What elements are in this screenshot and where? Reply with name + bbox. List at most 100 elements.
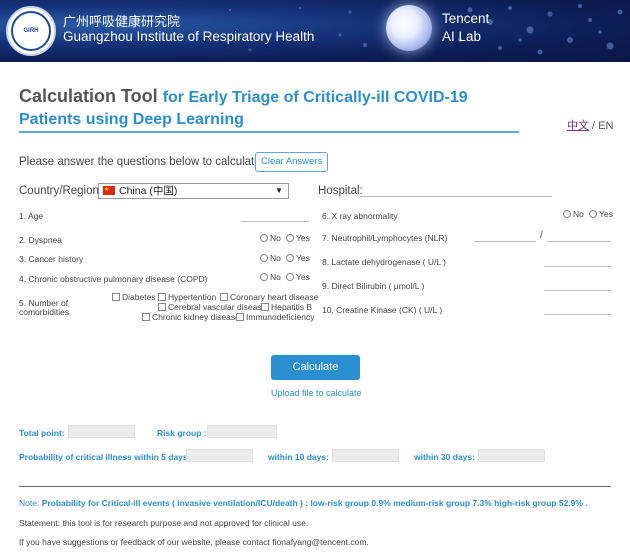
cancer-yes-option[interactable]: Yes xyxy=(286,253,310,263)
cvd-label: Cerebral vascular disease xyxy=(168,302,267,312)
ck-input[interactable] xyxy=(544,314,611,315)
hospital-input[interactable] xyxy=(360,196,552,197)
copd-no-radio[interactable] xyxy=(260,273,268,281)
comorb-immuno[interactable]: Immunodeficiency xyxy=(236,312,315,322)
ckd-checkbox[interactable] xyxy=(142,313,150,321)
china-flag-icon xyxy=(103,183,115,197)
comorb-cvd[interactable]: Cerebral vascular disease xyxy=(158,302,266,312)
comorb-hepb[interactable]: Hepatitis B xyxy=(261,302,312,312)
upload-file-link[interactable]: Upload file to calculate xyxy=(271,388,362,398)
copd-yes-option[interactable]: Yes xyxy=(286,272,310,282)
chd-checkbox[interactable] xyxy=(220,293,228,301)
country-label: Country/Region: xyxy=(19,185,103,197)
footer-divider xyxy=(19,486,611,487)
girh-logo-text: GIRH xyxy=(11,11,51,51)
dyspnea-no-option[interactable]: No xyxy=(260,233,281,243)
lymphocyte-input[interactable] xyxy=(547,241,611,242)
note-prefix: Note: xyxy=(19,498,42,508)
institute-name-en: Guangzhou Institute of Respiratory Healt… xyxy=(63,29,315,44)
header-banner: GIRH 广州呼吸健康研究院 Guangzhou Institute of Re… xyxy=(0,0,630,62)
lang-zh-link[interactable]: 中文 xyxy=(567,120,589,132)
lang-separator: / xyxy=(589,120,599,132)
contact-text: If you have suggestions or feedback of o… xyxy=(19,537,369,547)
ai-lab-label: AI Lab xyxy=(442,29,482,44)
hepb-checkbox[interactable] xyxy=(261,303,269,311)
prob-30days-output xyxy=(478,449,545,462)
comorb-diabetes[interactable]: Diabetes xyxy=(112,292,156,302)
immuno-checkbox[interactable] xyxy=(236,313,244,321)
comorb-ckd[interactable]: Chronic kidney disease xyxy=(142,312,240,322)
cvd-checkbox[interactable] xyxy=(158,303,166,311)
diabetes-checkbox[interactable] xyxy=(112,293,120,301)
comorb-chd[interactable]: Coronary heart disease xyxy=(220,292,318,302)
xray-no-option[interactable]: No xyxy=(563,209,584,219)
risk-group-label: Risk group : xyxy=(157,428,207,438)
question-copd: 4. Chronic obstructive pulmonary disease… xyxy=(19,274,208,284)
copd-no-option[interactable]: No xyxy=(260,272,281,282)
page-title: Calculation Tool for Early Triage of Cri… xyxy=(19,86,519,129)
cancer-no-radio[interactable] xyxy=(260,254,268,262)
question-dyspnea: 2. Dyspnea xyxy=(19,235,62,245)
calculate-button[interactable]: Calculate xyxy=(271,355,360,380)
prob-10days-output xyxy=(332,449,399,462)
bilirubin-input[interactable] xyxy=(544,290,611,291)
dyspnea-yes-radio[interactable] xyxy=(286,234,294,242)
clear-answers-button[interactable]: Clear Answers xyxy=(255,152,329,172)
prob-5days-label: Probability of critical illness within 5… xyxy=(19,452,191,462)
question-bilirubin: 9. Direct Bilirubin ( μmol/L ) xyxy=(322,281,425,291)
hypertension-label: Hypertention xyxy=(168,292,217,302)
question-age: 1. Age xyxy=(19,211,44,221)
title-underline xyxy=(19,131,519,133)
title-part2: for Early Triage of Critically-ill COVID… xyxy=(162,89,468,106)
xray-no-label: No xyxy=(573,209,584,219)
copd-yes-label: Yes xyxy=(296,272,310,282)
girh-logo: GIRH xyxy=(6,6,56,56)
xray-yes-option[interactable]: Yes xyxy=(589,209,613,219)
age-input[interactable] xyxy=(241,221,309,222)
comorb-hypertension[interactable]: Hypertention xyxy=(158,292,216,302)
cancer-no-option[interactable]: No xyxy=(260,253,281,263)
dyspnea-no-radio[interactable] xyxy=(260,234,268,242)
cancer-yes-radio[interactable] xyxy=(286,254,294,262)
country-select[interactable]: China (中国) ▼ xyxy=(98,183,289,199)
hepb-label: Hepatitis B xyxy=(271,302,313,312)
statement-text: Statement: this tool is for research pur… xyxy=(19,518,309,528)
xray-yes-label: Yes xyxy=(599,209,613,219)
note-body: Probability for Critical-ill events ( in… xyxy=(41,498,588,508)
cancer-no-label: No xyxy=(270,253,281,263)
question-nlr: 7. Neutrophil/Lymphocytes (NLR) xyxy=(322,233,448,243)
copd-no-label: No xyxy=(270,272,281,282)
dropdown-arrow-icon: ▼ xyxy=(275,186,283,195)
question-xray: 6. X ray abnormality xyxy=(322,211,398,221)
copd-yes-radio[interactable] xyxy=(286,273,294,281)
hospital-label: Hospital: xyxy=(318,185,363,197)
tencent-label: Tencent xyxy=(442,11,490,26)
prob-5days-output xyxy=(186,449,253,462)
total-point-output xyxy=(68,425,135,438)
diabetes-label: Diabetes xyxy=(122,292,156,302)
neutrophil-input[interactable] xyxy=(474,241,536,242)
immuno-label: Immunodeficiency xyxy=(246,312,315,322)
xray-no-radio[interactable] xyxy=(563,210,571,218)
tencent-ai-lab-logo xyxy=(386,5,432,51)
risk-group-output xyxy=(207,425,277,438)
prob-10days-label: within 10 days: xyxy=(268,452,329,462)
dyspnea-yes-option[interactable]: Yes xyxy=(286,233,310,243)
cancer-yes-label: Yes xyxy=(296,253,310,263)
hypertension-checkbox[interactable] xyxy=(158,293,166,301)
institute-name-cn: 广州呼吸健康研究院 xyxy=(63,14,181,29)
dyspnea-yes-label: Yes xyxy=(296,233,310,243)
xray-yes-radio[interactable] xyxy=(589,210,597,218)
prob-30days-label: within 30 days: xyxy=(414,452,475,462)
nlr-separator: / xyxy=(540,230,543,241)
ckd-label: Chronic kidney disease xyxy=(152,312,240,322)
ldh-input[interactable] xyxy=(544,266,611,267)
total-point-label: Total point: xyxy=(19,428,65,438)
question-ldh: 8. Lactate dehydrogenase ( U/L ) xyxy=(322,257,446,267)
risk-note: Note: Probability for Critical-ill event… xyxy=(19,498,588,508)
question-cancer: 3. Cancer history xyxy=(19,254,84,264)
question-comorbidities-line2: comorbidities xyxy=(19,307,70,317)
language-switcher: 中文 / EN xyxy=(567,117,613,133)
lang-en-link[interactable]: EN xyxy=(598,120,613,132)
title-line2: Patients using Deep Learning xyxy=(19,111,244,128)
